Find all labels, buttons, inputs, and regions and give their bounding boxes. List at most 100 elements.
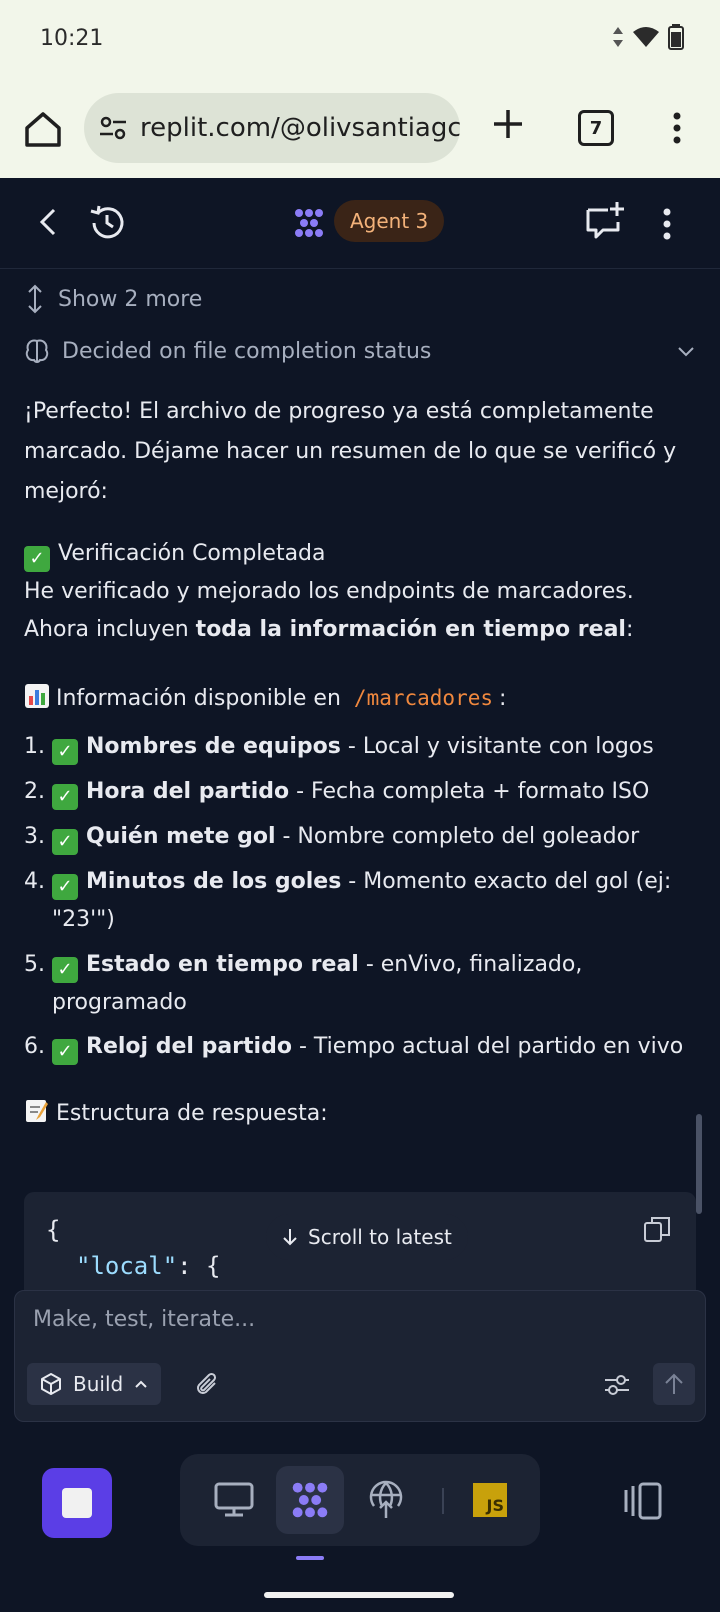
- javascript-icon: JS: [473, 1483, 507, 1517]
- show-more-row[interactable]: Show 2 more: [24, 284, 202, 314]
- intro-paragraph: ¡Perfecto! El archivo de progreso ya est…: [24, 399, 677, 504]
- prompt-composer[interactable]: Make, test, iterate... Build: [14, 1290, 706, 1422]
- check-mark-icon: ✓: [52, 829, 78, 855]
- scrollbar-thumb[interactable]: [696, 1114, 702, 1214]
- browser-menu-icon[interactable]: [664, 108, 690, 148]
- list-item-bold: Minutos de los goles: [86, 869, 342, 894]
- thought-row[interactable]: Decided on file completion status: [24, 338, 696, 364]
- gesture-home-indicator[interactable]: [264, 1592, 454, 1598]
- check-mark-icon: ✓: [52, 739, 78, 765]
- deploy-tool-button[interactable]: [352, 1466, 420, 1534]
- browser-toolbar: replit.com/@olivsantiagc 7: [0, 80, 720, 179]
- info-heading: Información disponible en /marcadores:: [24, 678, 684, 719]
- expand-vertical-icon: [28, 284, 42, 314]
- code-line: "local": {: [76, 1252, 221, 1280]
- status-icons: [612, 24, 684, 50]
- list-number: 6.: [24, 1034, 45, 1059]
- back-arrow-icon[interactable]: [34, 206, 66, 238]
- chevron-down-icon[interactable]: [676, 341, 696, 361]
- check-mark-icon: ✓: [52, 874, 78, 900]
- list-number: 5.: [24, 952, 45, 977]
- data-arrows-icon: [613, 27, 623, 47]
- settings-sliders-icon[interactable]: [603, 1371, 631, 1399]
- structure-heading-text: Estructura de respuesta:: [56, 1101, 328, 1126]
- address-bar[interactable]: replit.com/@olivsantiagc: [84, 93, 460, 163]
- includes-prefix: Ahora incluyen: [24, 617, 196, 642]
- arrow-down-icon: [283, 1229, 297, 1246]
- stop-icon: [62, 1488, 92, 1518]
- thought-status-label: Decided on file completion status: [62, 338, 432, 364]
- paperclip-icon[interactable]: [193, 1371, 221, 1399]
- more-options-icon[interactable]: [654, 204, 680, 244]
- dock-divider: [442, 1488, 444, 1514]
- check-mark-icon: ✓: [52, 1039, 78, 1065]
- list-number: 2.: [24, 779, 45, 804]
- send-button[interactable]: [653, 1363, 695, 1405]
- verification-line: He verificado y mejorado los endpoints d…: [24, 579, 634, 604]
- list-item-text: - Fecha completa + formato ISO: [289, 779, 650, 804]
- list-item-text: - Local y visitante con logos: [340, 734, 654, 759]
- home-icon[interactable]: [22, 108, 64, 150]
- site-settings-icon[interactable]: [98, 113, 128, 143]
- memo-icon: [26, 1100, 48, 1122]
- agent-logo-icon: [292, 1482, 328, 1518]
- list-item-bold: Estado en tiempo real: [86, 952, 359, 977]
- agent-header: Agent 3: [0, 178, 720, 269]
- new-tab-icon[interactable]: [488, 104, 528, 144]
- check-mark-icon: ✓: [52, 957, 78, 983]
- scroll-to-latest-label[interactable]: Scroll to latest: [308, 1225, 452, 1249]
- includes-line: Ahora incluyen toda la información en ti…: [24, 610, 684, 650]
- list-number: 1.: [24, 734, 45, 759]
- arrow-up-icon: [665, 1373, 683, 1394]
- cube-icon: [41, 1373, 61, 1395]
- new-chat-icon[interactable]: [584, 200, 626, 242]
- show-more-label[interactable]: Show 2 more: [58, 287, 202, 312]
- tab-switcher-button[interactable]: 7: [578, 110, 614, 146]
- copy-icon[interactable]: [642, 1214, 672, 1244]
- info-prefix: Información disponible en: [56, 686, 341, 711]
- url-text[interactable]: replit.com/@olivsantiagc: [140, 113, 460, 143]
- tool-switcher: JS: [180, 1454, 540, 1546]
- active-tool-indicator: [296, 1556, 324, 1560]
- list-item: 6. ✓ Reloj del partido - Tiempo actual del…: [24, 1028, 684, 1066]
- list-item: 1. ✓ Nombres de equipos - Local y visitant…: [24, 728, 684, 766]
- list-item-text: - Tiempo actual del partido en vivo: [291, 1034, 684, 1059]
- deploy-globe-icon: [369, 1480, 403, 1518]
- list-item: 2. ✓ Hora del partido - Fecha completa + f…: [24, 773, 684, 811]
- code-punct: : {: [177, 1252, 221, 1280]
- list-number: 3.: [24, 824, 45, 849]
- list-item: 5. ✓ Estado en tiempo real - enVivo, final…: [24, 946, 684, 1022]
- list-item: 4. ✓ Minutos de los goles - Momento exacto…: [24, 863, 684, 939]
- includes-suffix: :: [625, 617, 634, 642]
- code-line: {: [46, 1216, 61, 1244]
- chevron-up-icon: [135, 1380, 147, 1388]
- bar-chart-icon: [25, 684, 49, 708]
- monitor-icon: [214, 1482, 254, 1517]
- battery-icon: [668, 24, 684, 50]
- code-key: "local": [76, 1252, 178, 1280]
- prompt-input[interactable]: Make, test, iterate...: [33, 1307, 255, 1332]
- build-mode-button[interactable]: Build: [27, 1363, 162, 1405]
- brain-icon: [25, 339, 49, 364]
- list-item: 3. ✓ Quién mete gol - Nombre completo del …: [24, 818, 684, 856]
- history-icon[interactable]: [86, 202, 128, 244]
- js-file-button[interactable]: JS: [456, 1466, 524, 1534]
- agent-version-badge[interactable]: Agent 3: [334, 200, 445, 242]
- list-item-bold: Hora del partido: [86, 779, 290, 804]
- scroll-to-latest-button[interactable]: Scroll to latest: [266, 1214, 468, 1260]
- status-time: 10:21: [40, 26, 104, 51]
- chat-thread[interactable]: Show 2 more Decided on file completion s…: [0, 268, 720, 1294]
- list-item-bold: Reloj del partido: [86, 1034, 292, 1059]
- build-mode-label[interactable]: Build: [73, 1372, 123, 1396]
- preview-tool-button[interactable]: [200, 1466, 268, 1534]
- panels-icon[interactable]: [622, 1480, 664, 1522]
- stop-button[interactable]: [42, 1468, 112, 1538]
- info-suffix: :: [499, 686, 507, 711]
- check-mark-icon: ✓: [24, 546, 50, 572]
- status-bar: 10:21: [0, 0, 720, 80]
- agent-tool-button[interactable]: [276, 1466, 344, 1534]
- structure-heading: Estructura de respuesta:: [24, 1094, 684, 1134]
- includes-bold: toda la información en tiempo real: [195, 617, 626, 642]
- list-item-bold: Nombres de equipos: [86, 734, 341, 759]
- verification-heading: ✓ Verificación Completada: [24, 534, 684, 574]
